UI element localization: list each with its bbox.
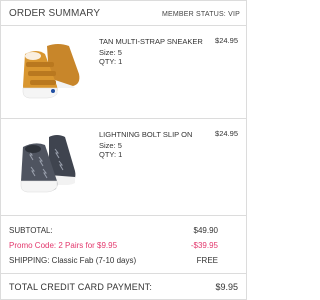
subtotal-label: SUBTOTAL: (9, 226, 53, 235)
total-payment-value: $9.95 (215, 282, 238, 292)
total-payment-label: TOTAL CREDIT CARD PAYMENT: (9, 282, 153, 292)
item-name: LIGHTNING BOLT SLIP ON (99, 130, 193, 139)
item-size: Size: 5 (99, 141, 122, 150)
shipping-value: FREE (196, 256, 218, 265)
order-item: TAN MULTI-STRAP SNEAKER Size: 5 QTY: 1 $… (1, 26, 246, 119)
order-item: LIGHTNING BOLT SLIP ON Size: 5 QTY: 1 $2… (1, 119, 246, 211)
item-size: Size: 5 (99, 48, 122, 57)
subtotal-value: $49.90 (193, 226, 218, 235)
promo-code-label: Promo Code: 2 Pairs for $9.95 (9, 241, 118, 250)
item-qty: QTY: 1 (99, 57, 123, 66)
order-summary-header: ORDER SUMMARY MEMBER STATUS: VIP (1, 1, 246, 26)
member-status: MEMBER STATUS: VIP (161, 11, 240, 18)
tan-sneaker-image (22, 44, 80, 99)
item-name: TAN MULTI-STRAP SNEAKER (99, 37, 203, 46)
order-summary-title: ORDER SUMMARY (9, 8, 101, 19)
item-price: $24.95 (215, 129, 238, 138)
slip-on-image (20, 135, 76, 193)
item-price: $24.95 (215, 36, 238, 45)
order-totals: SUBTOTAL: $49.90 Promo Code: 2 Pairs for… (1, 215, 246, 272)
total-payment-row: TOTAL CREDIT CARD PAYMENT: $9.95 (1, 273, 246, 300)
order-summary-panel: ORDER SUMMARY MEMBER STATUS: VIP TAN MUL… (0, 0, 247, 300)
item-qty: QTY: 1 (99, 150, 123, 159)
promo-code-value: -$39.95 (190, 241, 218, 250)
shipping-label: SHIPPING: Classic Fab (7-10 days) (9, 256, 137, 265)
